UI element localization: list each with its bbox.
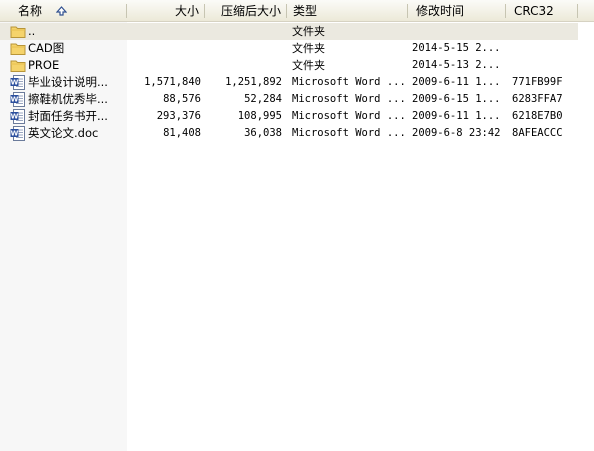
file-list: .. 文件夹 CAD图 文件夹 2014-5-15 2... PROE 文件夹 2014-5-… bbox=[0, 23, 594, 142]
folder-icon bbox=[10, 24, 26, 39]
file-name: 擦鞋机优秀毕... bbox=[28, 92, 108, 106]
file-packed-size: 36,038 bbox=[244, 127, 282, 139]
column-header-size-label: 大小 bbox=[174, 4, 199, 18]
file-crc32: 771FB99F bbox=[512, 76, 563, 88]
file-modified: 2009-6-8 23:42 bbox=[412, 127, 501, 139]
file-modified: 2009-6-11 1... bbox=[412, 76, 501, 88]
svg-text:W: W bbox=[11, 79, 19, 87]
file-crc32: 6218E7B0 bbox=[512, 110, 563, 122]
column-header-packed-size-label: 压缩后大小 bbox=[220, 4, 281, 18]
file-packed-size bbox=[205, 23, 282, 40]
column-header-name[interactable]: 名称 bbox=[0, 0, 127, 21]
file-row[interactable]: PROE 文件夹 2014-5-13 2... bbox=[0, 57, 578, 74]
file-type: Microsoft Word ... bbox=[292, 93, 404, 105]
file-row[interactable]: W 毕业设计说明... 1,571,840 1,251,892 Microsoft Wo… bbox=[0, 74, 578, 91]
svg-text:W: W bbox=[11, 130, 19, 138]
column-header-size[interactable]: 大小 bbox=[127, 0, 205, 21]
column-header-packed-size[interactable]: 压缩后大小 bbox=[205, 0, 287, 21]
file-type: Microsoft Word ... bbox=[292, 110, 404, 122]
file-size bbox=[127, 23, 201, 40]
file-packed-size bbox=[205, 57, 282, 74]
column-header-crc32-label: CRC32 bbox=[514, 4, 554, 18]
folder-icon bbox=[10, 58, 26, 73]
file-size: 88,576 bbox=[163, 93, 201, 105]
column-header-modified[interactable]: 修改时间 bbox=[408, 0, 506, 21]
file-modified: 2009-6-15 1... bbox=[412, 93, 501, 105]
column-separator[interactable] bbox=[577, 4, 578, 18]
file-size: 1,571,840 bbox=[144, 76, 201, 88]
file-packed-size: 108,995 bbox=[237, 110, 282, 122]
file-name: 毕业设计说明... bbox=[28, 75, 108, 89]
file-packed-size: 52,284 bbox=[244, 93, 282, 105]
column-header-name-label: 名称 bbox=[18, 4, 43, 18]
svg-text:W: W bbox=[11, 113, 19, 121]
file-type: 文件夹 bbox=[292, 42, 325, 55]
folder-icon bbox=[10, 41, 26, 56]
file-name: PROE bbox=[28, 58, 60, 72]
column-header-type-label: 类型 bbox=[293, 4, 318, 18]
file-type: 文件夹 bbox=[292, 59, 325, 72]
list-right-edge bbox=[578, 22, 594, 451]
word-doc-icon: W bbox=[10, 92, 26, 107]
file-modified: 2014-5-13 2... bbox=[412, 59, 501, 71]
file-type: Microsoft Word ... bbox=[292, 76, 404, 88]
file-row[interactable]: W 封面任务书开... 293,376 108,995 Microsoft Word .… bbox=[0, 108, 578, 125]
file-row[interactable]: CAD图 文件夹 2014-5-15 2... bbox=[0, 40, 578, 57]
file-crc32 bbox=[512, 23, 578, 40]
file-size: 81,408 bbox=[163, 127, 201, 139]
file-crc32: 8AFEACCC bbox=[512, 127, 563, 139]
file-row[interactable]: .. 文件夹 bbox=[0, 23, 578, 40]
word-doc-icon: W bbox=[10, 75, 26, 90]
column-header-type[interactable]: 类型 bbox=[287, 0, 408, 21]
file-row[interactable]: W 擦鞋机优秀毕... 88,576 52,284 Microsoft Word ...… bbox=[0, 91, 578, 108]
file-crc32 bbox=[512, 40, 578, 57]
file-name: 封面任务书开... bbox=[28, 109, 108, 123]
file-name: CAD图 bbox=[28, 41, 65, 55]
file-crc32 bbox=[512, 57, 578, 74]
sort-ascending-arrow-icon bbox=[55, 1, 68, 21]
column-header-crc32[interactable]: CRC32 bbox=[506, 0, 578, 21]
word-doc-icon: W bbox=[10, 109, 26, 124]
file-name: 英文论文.doc bbox=[28, 126, 99, 140]
file-row[interactable]: W 英文论文.doc 81,408 36,038 Microsoft Word ... 2… bbox=[0, 125, 578, 142]
file-type: Microsoft Word ... bbox=[292, 127, 404, 139]
file-size bbox=[127, 40, 201, 57]
file-type: 文件夹 bbox=[292, 25, 325, 38]
file-modified: 2014-5-15 2... bbox=[412, 42, 501, 54]
column-header-modified-label: 修改时间 bbox=[416, 4, 465, 18]
file-size: 293,376 bbox=[156, 110, 201, 122]
file-packed-size bbox=[205, 40, 282, 57]
file-packed-size: 1,251,892 bbox=[225, 76, 282, 88]
word-doc-icon: W bbox=[10, 126, 26, 141]
file-size bbox=[127, 57, 201, 74]
file-modified bbox=[412, 23, 508, 40]
file-name: .. bbox=[28, 24, 36, 38]
svg-text:W: W bbox=[11, 96, 19, 104]
column-header-bar: 名称 大小 压缩后大小 类型 修改时间 CRC32 bbox=[0, 0, 594, 22]
file-modified: 2009-6-11 1... bbox=[412, 110, 501, 122]
file-crc32: 6283FFA7 bbox=[512, 93, 563, 105]
